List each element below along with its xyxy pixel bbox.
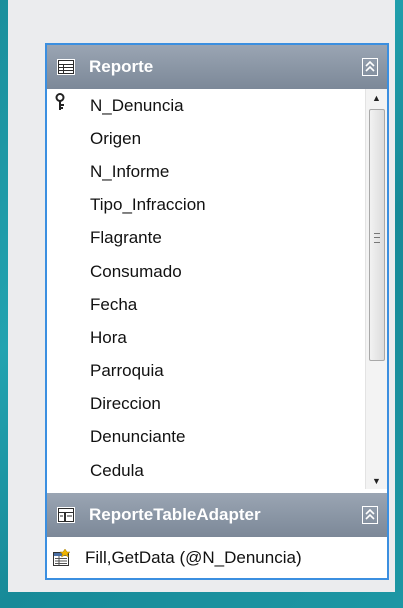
column-row[interactable]: N_Informe [47,155,369,188]
tableadapter-header[interactable]: ReporteTableAdapter [47,493,387,537]
column-label: Cedula [90,460,144,480]
column-label: Consumado [90,261,182,281]
column-row[interactable]: N_Denuncia [47,89,369,122]
column-row[interactable]: Cedula [47,454,369,487]
collapse-chevron-icon[interactable] [362,506,378,524]
designer-canvas: Reporte N_Denuncia Origen N_Informe Tipo… [8,0,395,592]
column-row[interactable]: Origen [47,122,369,155]
key-icon [55,93,69,111]
column-row[interactable]: Consumado [47,255,369,288]
column-label: Hora [90,327,127,347]
column-row[interactable]: Hora [47,321,369,354]
column-label: N_Informe [90,161,170,181]
column-row[interactable]: Direccion [47,388,369,421]
column-label: Parroquia [90,361,164,381]
query-method-label: Fill,GetData (@N_Denuncia) [85,547,302,567]
column-label: Direccion [90,394,161,414]
column-list: N_Denuncia Origen N_Informe Tipo_Infracc… [47,89,369,489]
column-label: Tipo_Infraccion [90,195,206,215]
grip-icon [374,233,380,243]
tableadapter-title: ReporteTableAdapter [89,505,261,524]
column-row[interactable]: Flagrante [47,222,369,255]
scrollbar-thumb[interactable] [369,109,385,361]
column-label: Fecha [90,294,138,314]
collapse-chevron-icon[interactable] [362,58,378,76]
column-label: N_Denuncia [90,95,184,115]
query-method-icon [53,548,71,567]
column-row[interactable]: Parroquia [47,355,369,388]
scroll-up-icon[interactable]: ▲ [366,89,387,106]
column-label: Origen [90,128,142,148]
column-label: Denunciante [90,427,186,447]
datatable-icon [57,58,75,76]
column-row[interactable]: Denunciante [47,421,369,454]
column-row[interactable]: Tipo_Infraccion [47,189,369,222]
datatable-header[interactable]: Reporte [47,45,387,89]
scroll-down-icon[interactable]: ▼ [366,472,387,489]
query-method-row[interactable]: Fill,GetData (@N_Denuncia) [47,537,387,578]
column-list-scrollbar[interactable]: ▲ ▼ [365,89,387,489]
column-label: Flagrante [90,228,162,248]
datatable-reporte[interactable]: Reporte N_Denuncia Origen N_Informe Tipo… [45,43,389,580]
table-adapter-icon [57,506,75,524]
datatable-title: Reporte [89,57,154,76]
column-row[interactable]: Fecha [47,288,369,321]
